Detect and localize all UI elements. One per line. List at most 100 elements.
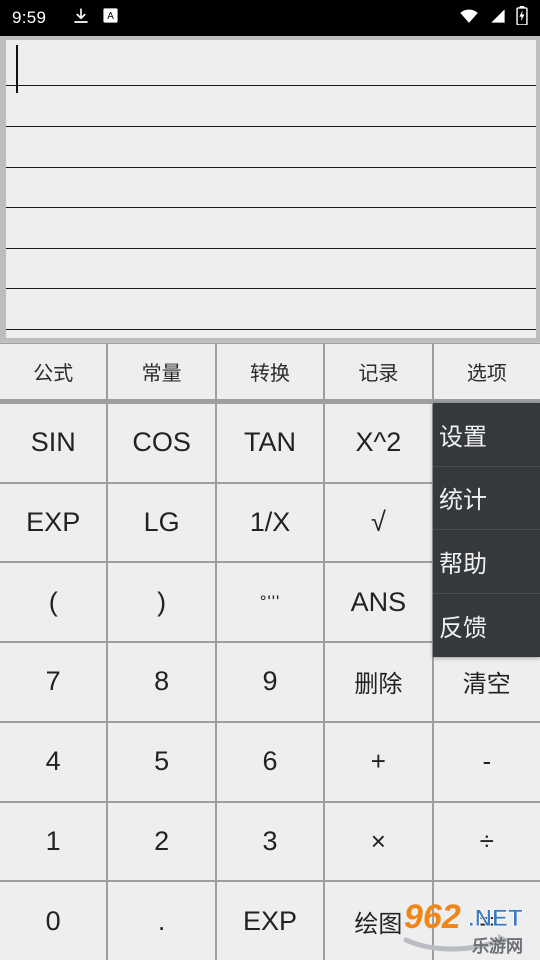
cell-signal-icon <box>488 8 507 29</box>
key-plus[interactable]: + <box>325 722 432 801</box>
menu-item-feedback[interactable]: 反馈 <box>433 594 540 658</box>
key-8-label: 8 <box>154 666 170 697</box>
tab-options[interactable]: 选项 <box>433 344 540 399</box>
tab-formula-label: 公式 <box>33 363 74 385</box>
key-delete[interactable]: 删除 <box>325 643 432 721</box>
wifi-icon <box>459 8 479 29</box>
key-lg-label: LG <box>143 507 180 538</box>
key-sqrt-label: √ <box>370 507 386 538</box>
key-equals[interactable]: = <box>433 882 540 960</box>
tab-convert[interactable]: 转换 <box>216 344 324 399</box>
tab-formula[interactable]: 公式 <box>0 344 107 399</box>
key-6[interactable]: 6 <box>216 722 324 801</box>
key-exp-label: EXP <box>242 905 297 936</box>
key-paren-open[interactable]: ( <box>0 563 107 642</box>
key-dot[interactable]: . <box>108 882 215 960</box>
key-paren-open-label: ( <box>48 586 58 617</box>
key-0[interactable]: 0 <box>0 882 107 960</box>
key-1-label: 1 <box>45 825 61 856</box>
key-exp[interactable]: EXP <box>216 882 324 960</box>
tab-bar: 公式 常量 转换 记录 选项 <box>0 343 540 402</box>
key-8[interactable]: 8 <box>108 643 215 721</box>
key-exp-func-label: EXP <box>26 507 81 538</box>
key-exp-func[interactable]: EXP <box>0 483 107 562</box>
key-4[interactable]: 4 <box>0 722 107 801</box>
key-paren-close[interactable]: ) <box>108 563 215 642</box>
key-0-label: 0 <box>45 905 61 936</box>
key-multiply[interactable]: × <box>325 802 432 881</box>
key-tan-label: TAN <box>243 427 296 458</box>
key-clear-label: 清空 <box>462 671 511 699</box>
options-dropdown-menu: 设置 统计 帮助 反馈 <box>433 403 540 657</box>
key-9[interactable]: 9 <box>216 643 324 721</box>
key-dms[interactable]: °''' <box>216 563 324 642</box>
key-equals-label: = <box>479 905 495 936</box>
key-minus[interactable]: - <box>433 722 540 801</box>
key-plus-label: + <box>370 746 386 777</box>
key-square-label: X^2 <box>355 427 402 458</box>
editor-rule <box>6 126 536 127</box>
tab-convert-label: 转换 <box>250 363 291 385</box>
menu-item-statistics[interactable]: 统计 <box>433 467 540 530</box>
status-bar: 9:59 A <box>0 0 540 36</box>
key-3[interactable]: 3 <box>216 802 324 881</box>
key-plot-label: 绘图 <box>354 910 403 938</box>
status-time: 9:59 <box>12 8 47 27</box>
menu-item-settings[interactable]: 设置 <box>433 403 540 467</box>
menu-item-feedback-label: 反馈 <box>439 614 487 642</box>
key-dot-label: . <box>157 905 166 936</box>
key-sin-label: SIN <box>30 427 76 458</box>
editor-rule <box>6 167 536 168</box>
tab-constant-label: 常量 <box>141 363 182 385</box>
key-ans[interactable]: ANS <box>325 563 432 642</box>
key-square[interactable]: X^2 <box>325 404 432 482</box>
key-reciprocal-label: 1/X <box>249 507 291 538</box>
key-divide-label: ÷ <box>479 825 494 856</box>
menu-item-statistics-label: 统计 <box>439 487 487 515</box>
key-cos-label: COS <box>132 427 191 458</box>
key-reciprocal[interactable]: 1/X <box>216 483 324 562</box>
key-plot[interactable]: 绘图 <box>325 882 432 960</box>
key-5[interactable]: 5 <box>108 722 215 801</box>
text-caret <box>16 45 18 93</box>
battery-charging-icon <box>516 6 528 30</box>
key-9-label: 9 <box>262 666 278 697</box>
key-lg[interactable]: LG <box>108 483 215 562</box>
calculator-app: 9:59 A 公式 常量 转换 记录 选项 SIN COS TAN X^2 EX… <box>0 0 540 960</box>
tab-history[interactable]: 记录 <box>325 344 432 399</box>
key-paren-close-label: ) <box>157 586 167 617</box>
key-2[interactable]: 2 <box>108 802 215 881</box>
status-bar-left: 9:59 A <box>12 7 459 30</box>
key-1[interactable]: 1 <box>0 802 107 881</box>
key-2-label: 2 <box>154 825 170 856</box>
svg-text:A: A <box>107 11 114 22</box>
tab-constant[interactable]: 常量 <box>108 344 215 399</box>
expression-editor[interactable] <box>6 40 536 338</box>
key-3-label: 3 <box>262 825 278 856</box>
key-7[interactable]: 7 <box>0 643 107 721</box>
menu-item-settings-label: 设置 <box>439 423 487 451</box>
editor-rule <box>6 85 536 86</box>
key-6-label: 6 <box>262 746 278 777</box>
key-divide[interactable]: ÷ <box>433 802 540 881</box>
display-frame <box>0 36 540 342</box>
menu-item-help[interactable]: 帮助 <box>433 530 540 594</box>
a-badge-icon: A <box>102 7 119 29</box>
menu-item-help-label: 帮助 <box>439 550 487 578</box>
tab-history-label: 记录 <box>358 363 399 385</box>
editor-rule <box>6 248 536 249</box>
key-ans-label: ANS <box>350 586 407 617</box>
key-4-label: 4 <box>45 746 61 777</box>
download-icon <box>72 7 90 30</box>
key-minus-label: - <box>482 746 492 777</box>
key-sin[interactable]: SIN <box>0 404 107 482</box>
status-bar-right <box>459 6 528 30</box>
editor-rule <box>6 329 536 330</box>
key-7-label: 7 <box>45 666 61 697</box>
editor-rule <box>6 288 536 289</box>
tab-options-label: 选项 <box>466 363 507 385</box>
key-tan[interactable]: TAN <box>216 404 324 482</box>
key-sqrt[interactable]: √ <box>325 483 432 562</box>
key-cos[interactable]: COS <box>108 404 215 482</box>
key-multiply-label: × <box>370 825 386 856</box>
